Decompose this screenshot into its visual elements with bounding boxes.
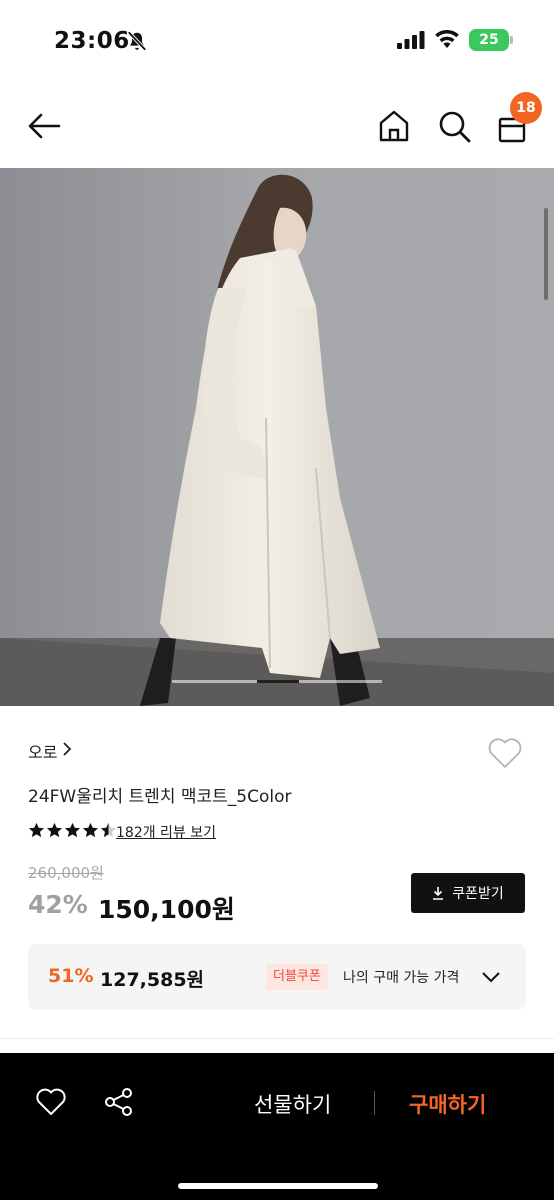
coupon-price-label: 나의 구매 가능 가격 [343, 970, 460, 986]
chevron-right-icon[interactable] [62, 742, 72, 756]
divider [0, 1038, 554, 1039]
wifi-icon [435, 29, 459, 48]
home-indicator [178, 1183, 378, 1189]
star-half-icon [100, 822, 117, 838]
gift-button[interactable]: 선물하기 [254, 1089, 331, 1119]
signal-icon [397, 31, 425, 49]
cart-count-badge: 18 [510, 92, 542, 124]
heart-icon[interactable] [35, 1087, 67, 1117]
star-icon [82, 822, 99, 838]
sale-price: 150,100원 [98, 895, 235, 924]
battery-tip [510, 36, 513, 44]
heart-icon[interactable] [487, 736, 523, 770]
image-pager-active [257, 680, 299, 683]
bottom-action-bar: 선물하기 구매하기 [0, 1053, 554, 1200]
double-coupon-badge: 더블쿠폰 [266, 964, 328, 990]
brand-link[interactable]: 오로 [28, 739, 57, 763]
reviews-link[interactable]: 182개 리뷰 보기 [116, 822, 216, 842]
product-image[interactable] [0, 168, 554, 706]
download-icon [433, 887, 444, 900]
chevron-down-icon[interactable] [481, 970, 501, 984]
status-time: 23:06 [54, 28, 130, 54]
discount-rate: 42% [28, 890, 88, 919]
battery-icon: 25 [469, 29, 509, 51]
buy-button[interactable]: 구매하기 [409, 1089, 486, 1119]
nav-bar: 18 [0, 84, 554, 168]
search-icon[interactable] [436, 108, 472, 144]
get-coupon-button[interactable]: 쿠폰받기 [411, 873, 525, 913]
coupon-button-label: 쿠폰받기 [452, 886, 504, 902]
scroll-indicator [544, 208, 548, 300]
star-icon [64, 822, 81, 838]
coupon-price: 127,585원 [100, 969, 205, 991]
share-icon[interactable] [103, 1086, 135, 1118]
status-bar: 23:06 25 [0, 0, 554, 84]
home-icon[interactable] [376, 108, 412, 144]
rating-stars [28, 822, 118, 840]
coupon-discount-rate: 51% [48, 965, 94, 987]
bell-slash-icon [127, 31, 147, 51]
bottom-separator [374, 1091, 375, 1115]
original-price: 260,000원 [28, 864, 104, 882]
product-photo [0, 168, 554, 706]
back-arrow-icon[interactable] [26, 108, 62, 144]
star-icon [28, 822, 45, 838]
coupon-price-panel[interactable]: 51% 127,585원 더블쿠폰 나의 구매 가능 가격 [28, 944, 526, 1010]
star-icon [46, 822, 63, 838]
product-title: 24FW울리치 트렌치 맥코트_5Color [28, 787, 292, 807]
